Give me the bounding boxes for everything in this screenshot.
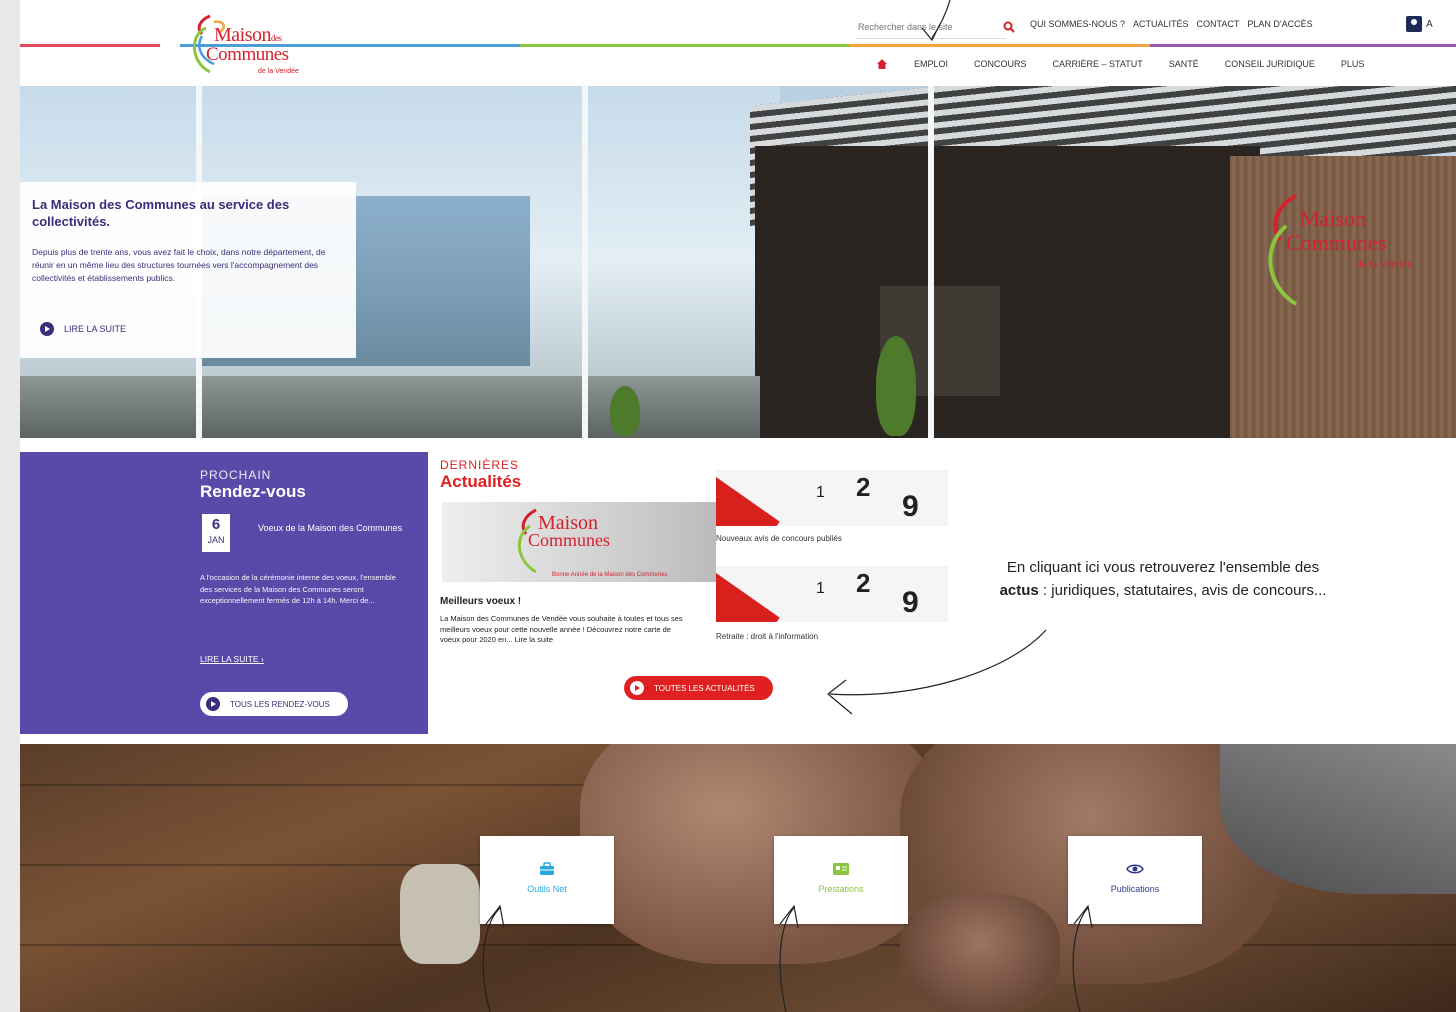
eye-icon (1126, 864, 1144, 874)
photo-watch (400, 864, 480, 964)
rdv-month: JAN (207, 535, 225, 545)
search-input[interactable] (856, 21, 1000, 33)
rdv-day: 6 (211, 516, 221, 533)
hero-photo-pole (582, 86, 588, 438)
tile-publications[interactable]: Publications (1068, 836, 1202, 924)
account-button[interactable]: A (1406, 16, 1433, 32)
hero-text: Depuis plus de trente ans, vous avez fai… (32, 247, 326, 283)
tile-publications-label: Publications (1110, 884, 1160, 894)
hero-photo-tree (876, 336, 916, 436)
hero-read-more-link[interactable]: LIRE LA SUITE (40, 322, 126, 336)
nav-concours[interactable]: CONCOURS (974, 59, 1027, 69)
arrow-right-icon (206, 697, 220, 711)
actu-image-calendar[interactable]: 1 2 9 (716, 470, 948, 526)
nav-conseil-juridique[interactable]: CONSEIL JURIDIQUE (1225, 59, 1315, 69)
tile-outils-net[interactable]: Outils Net (480, 836, 614, 924)
actu-text-voeux: La Maison des Communes de Vendée vous so… (440, 614, 683, 644)
topnav-qui-sommes-nous[interactable]: QUI SOMMES-NOUS ? (1030, 19, 1125, 29)
hero-photo-dark-wall (755, 146, 1260, 438)
rdv-pre-title: PROCHAIN (200, 468, 272, 482)
all-rendez-vous-button[interactable]: TOUS LES RENDEZ-VOUS (200, 692, 348, 716)
actu-title-voeux[interactable]: Meilleurs voeux ! (440, 596, 521, 607)
actu-title-concours[interactable]: Nouveaux avis de concours publiés (716, 534, 842, 543)
nav-plus[interactable]: PLUS (1341, 59, 1365, 69)
actus-title: Actualités (440, 472, 522, 491)
photo-fist (900, 894, 1060, 1012)
hero-read-more-label: LIRE LA SUITE (64, 324, 127, 334)
briefcase-icon (540, 862, 554, 875)
all-actualites-label: TOUTES LES ACTUALITÉS (654, 683, 755, 693)
user-icon (1406, 16, 1422, 32)
actu-title-retraite[interactable]: Retraite : droit à l'information (716, 632, 818, 641)
tile-outils-net-label: Outils Net (527, 884, 567, 894)
main-nav: EMPLOI CONCOURS CARRIÈRE – STATUT SANTÉ … (876, 58, 1364, 70)
actus-pre-title: DERNIÈRES (440, 458, 520, 472)
home-icon[interactable] (876, 58, 888, 70)
bottom-photo-section (20, 744, 1456, 1012)
rdv-read-more-link[interactable]: LIRE LA SUITE › (200, 654, 264, 664)
nav-sante[interactable]: SANTÉ (1169, 59, 1199, 69)
rdv-event-description: A l'occasion de la cérémonie interne des… (200, 573, 396, 605)
rdv-date-badge: 6 JAN (202, 514, 230, 552)
hero-banner: Maison Communes de la Vendée La Maison d… (20, 86, 1456, 438)
building-logo: Maison Communes de la Vendée (1256, 186, 1426, 316)
hero-photo-shrub (610, 386, 640, 436)
annotation-actus: En cliquant ici vous retrouverez l'ensem… (999, 559, 1327, 599)
nav-carriere-statut[interactable]: CARRIÈRE – STATUT (1053, 59, 1143, 69)
hero-title: La Maison des Communes au service des co… (32, 197, 290, 229)
header: Maisondes Communes de la Vendée QUI SOMM… (20, 0, 1456, 86)
page: Maisondes Communes de la Vendée QUI SOMM… (20, 0, 1456, 1012)
arrow-right-icon (630, 681, 644, 695)
search-field[interactable] (856, 16, 1006, 39)
rdv-title: Rendez-vous (200, 482, 306, 501)
actu-image-voeux[interactable]: Maison Communes Bonne Année de la Maison… (442, 502, 716, 582)
hero-photo-pole (928, 86, 934, 438)
hero-card: La Maison des Communes au service des co… (20, 182, 356, 358)
topnav-contact[interactable]: CONTACT (1197, 19, 1240, 29)
nav-emploi[interactable]: EMPLOI (914, 59, 948, 69)
all-actualites-button[interactable]: TOUTES LES ACTUALITÉS (624, 676, 773, 700)
account-label: A (1426, 18, 1433, 30)
top-nav: QUI SOMMES-NOUS ? ACTUALITÉS CONTACT PLA… (1030, 19, 1313, 29)
actu-image-calendar[interactable]: 1 2 9 (716, 566, 948, 622)
tile-prestations-label: Prestations (818, 884, 864, 894)
rdv-event-title[interactable]: Voeux de la Maison des Communes (258, 522, 408, 535)
site-logo[interactable]: Maisondes Communes de la Vendée (180, 12, 320, 78)
search-icon[interactable] (1002, 20, 1016, 34)
hero-photo-ground (20, 376, 760, 438)
rendez-vous-panel: PROCHAIN Rendez-vous 6 JAN Voeux de la M… (20, 452, 428, 734)
card-icon (833, 863, 849, 875)
arrow-right-icon (40, 322, 54, 336)
all-rendez-vous-label: TOUS LES RENDEZ-VOUS (230, 699, 330, 709)
tile-prestations[interactable]: Prestations (774, 836, 908, 924)
topnav-plan-acces[interactable]: PLAN D'ACCÈS (1247, 19, 1312, 29)
topnav-actualites[interactable]: ACTUALITÉS (1133, 19, 1189, 29)
